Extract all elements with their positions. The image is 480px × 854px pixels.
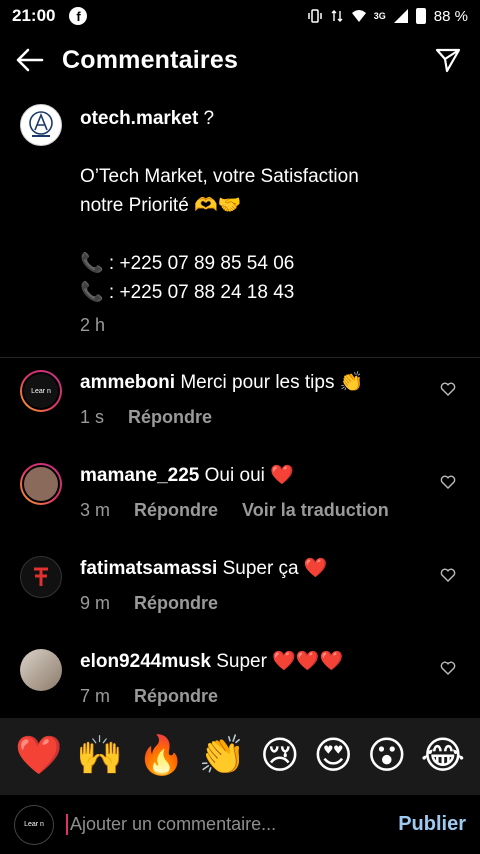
- heart-outline-icon: [440, 382, 456, 396]
- comment-item: fatimatsamassi Super ça ❤️ 9 m Répondre: [0, 556, 480, 616]
- avatar: Lear n: [14, 804, 54, 845]
- avatar[interactable]: [20, 104, 62, 146]
- emoji-quick-bar: ❤️ 🙌 🔥 👏 😢 😍 😮 😂: [0, 718, 480, 794]
- comment-username[interactable]: ammeboni: [80, 372, 175, 393]
- comment-username[interactable]: mamane_225: [80, 465, 199, 486]
- back-arrow-icon: [16, 48, 44, 72]
- wifi-icon: [351, 10, 366, 22]
- caption-text: otech.market ? O’Tech Market, votre Sati…: [80, 104, 440, 340]
- vibrate-icon: [308, 9, 322, 23]
- like-button[interactable]: [436, 556, 460, 616]
- comment-text: Super ❤️❤️❤️: [216, 651, 344, 672]
- like-button[interactable]: [436, 370, 460, 430]
- comment-username[interactable]: fatimatsamassi: [80, 558, 217, 579]
- caption-username[interactable]: otech.market: [80, 108, 198, 129]
- emoji-raised-hands-button[interactable]: 🙌: [76, 737, 123, 775]
- caption-phone: 📞 : +225 07 88 24 18 43: [80, 282, 295, 303]
- comment-item: mamane_225 Oui oui ❤️ 3 m Répondre Voir …: [0, 463, 480, 523]
- avatar[interactable]: [20, 649, 62, 691]
- heart-outline-icon: [440, 568, 456, 582]
- otech-logo-icon: [29, 111, 53, 137]
- divider: [0, 357, 480, 358]
- emoji-fire-button[interactable]: 🔥: [137, 737, 184, 775]
- see-translation-button[interactable]: Voir la traduction: [242, 497, 389, 523]
- comment-item: Lear n ammeboni Merci pour les tips 👏 1 …: [0, 370, 480, 430]
- emoji-heart-eyes-button[interactable]: 😍: [314, 737, 354, 775]
- back-button[interactable]: [14, 44, 46, 76]
- battery-icon: [415, 8, 426, 24]
- avatar[interactable]: Lear n: [20, 370, 62, 412]
- post-caption: otech.market ? O’Tech Market, votre Sati…: [0, 104, 480, 340]
- comment-input[interactable]: [66, 814, 391, 835]
- status-bar: 21:00 f 3G 88 %: [0, 0, 480, 32]
- comment-text: Super ça ❤️: [222, 558, 328, 579]
- caption-line: notre Priorité 🫶🤝: [80, 195, 242, 216]
- network-type: 3G: [373, 11, 386, 21]
- heart-outline-icon: [440, 475, 456, 489]
- comment-composer: Lear n Publier: [0, 794, 480, 854]
- caption-title-suffix: ?: [198, 108, 215, 129]
- avatar[interactable]: [20, 556, 62, 598]
- comment-timestamp: 1 s: [80, 407, 105, 427]
- like-button[interactable]: [436, 649, 460, 709]
- comment-item: elon9244musk Super ❤️❤️❤️ 7 m Répondre: [0, 649, 480, 709]
- emoji-laughing-button[interactable]: 😂: [421, 737, 465, 775]
- share-button[interactable]: [430, 42, 466, 78]
- comment-text: Merci pour les tips 👏: [180, 372, 364, 393]
- emoji-crying-button[interactable]: 😢: [260, 737, 300, 775]
- comment-text: Oui oui ❤️: [204, 465, 294, 486]
- app-bar: Commentaires: [0, 32, 480, 88]
- like-button[interactable]: [436, 463, 460, 523]
- emoji-clap-button[interactable]: 👏: [199, 737, 246, 775]
- page-title: Commentaires: [62, 45, 239, 74]
- caption-line: O’Tech Market, votre Satisfaction: [80, 166, 359, 187]
- status-icons: 3G 88 %: [308, 8, 468, 25]
- emoji-heart-button[interactable]: ❤️: [15, 737, 62, 775]
- signal-icon: [393, 9, 408, 23]
- comment-timestamp: 9 m: [80, 593, 111, 613]
- reply-button[interactable]: Répondre: [134, 683, 218, 709]
- caption-timestamp: 2 h: [80, 315, 106, 335]
- post-button[interactable]: Publier: [398, 813, 466, 836]
- avatar[interactable]: [20, 463, 62, 505]
- status-time: 21:00: [12, 6, 56, 25]
- reply-button[interactable]: Répondre: [134, 497, 218, 523]
- comment-username[interactable]: elon9244musk: [80, 651, 211, 672]
- caption-phone: 📞 : +225 07 89 85 54 06: [80, 253, 295, 274]
- data-arrows-icon: [331, 10, 343, 22]
- reply-button[interactable]: Répondre: [128, 404, 212, 430]
- send-icon: [435, 48, 461, 73]
- emoji-surprised-button[interactable]: 😮: [367, 737, 407, 775]
- battery-percent: 88 %: [433, 7, 468, 25]
- profile-logo-icon: [34, 567, 48, 586]
- comment-timestamp: 7 m: [80, 686, 111, 706]
- comment-timestamp: 3 m: [80, 500, 111, 520]
- facebook-notification-icon: f: [69, 7, 88, 25]
- reply-button[interactable]: Répondre: [134, 590, 218, 616]
- heart-outline-icon: [440, 661, 456, 675]
